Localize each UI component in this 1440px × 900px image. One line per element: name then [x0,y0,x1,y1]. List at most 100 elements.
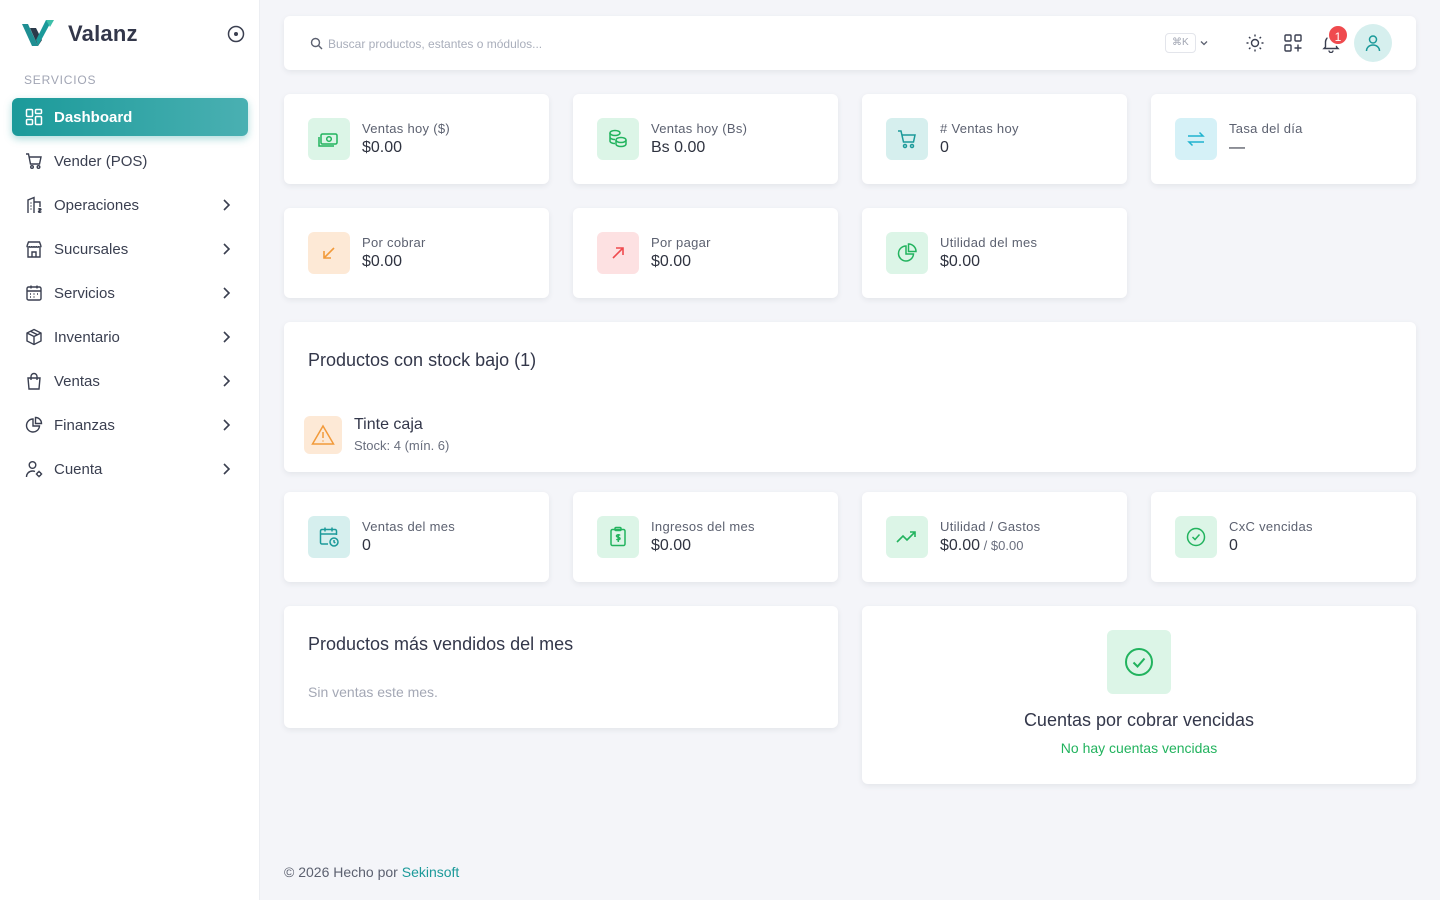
top-bar: ⌘K 1 [284,16,1416,70]
sidebar-item-sucursales[interactable]: Sucursales [12,230,248,268]
search-icon [310,37,323,50]
exchange-icon [1175,118,1217,160]
sidebar-item-finanzas[interactable]: Finanzas [12,406,248,444]
stat-value: Bs 0.00 [651,139,706,156]
check-circle-icon [1175,516,1217,558]
sidebar-item-label: Finanzas [54,416,115,434]
stat-label: Utilidad / Gastos [940,519,1041,534]
low-stock-item-name[interactable]: Tinte caja [354,416,423,434]
stat-card-ingresos-mes: Ingresos del mes $0.00 [573,492,838,582]
stat-label: # Ventas hoy [940,121,1019,136]
coins-icon [597,118,639,160]
sidebar-item-label: Servicios [54,284,115,302]
store-icon [24,239,44,259]
trending-up-icon [886,516,928,558]
stat-card-ventas-mes: Ventas del mes 0 [284,492,549,582]
avatar[interactable] [1354,24,1392,62]
value-separator: / [980,538,991,553]
stat-card-utilidad-mes: Utilidad del mes $0.00 [862,208,1127,298]
chevron-right-icon [223,419,231,431]
theme-toggle-button[interactable] [1244,32,1266,54]
sidebar-item-ventas[interactable]: Ventas [12,362,248,400]
footer-text: © 2026 Hecho por [284,864,398,880]
brand-name: Valanz [68,21,138,46]
brand[interactable]: Valanz [20,18,138,50]
sidebar-item-label: Ventas [54,372,100,390]
stat-card-por-pagar: Por pagar $0.00 [573,208,838,298]
chevron-down-icon[interactable] [1198,37,1210,49]
stat-value: — [1229,139,1245,156]
warning-icon [304,416,342,454]
stat-label: Ventas hoy (Bs) [651,121,748,136]
pie-chart-icon [886,232,928,274]
utilidad-value: $0.00 [940,537,981,554]
sidebar-item-servicios[interactable]: Servicios [12,274,248,312]
stat-value: 0 [362,537,371,554]
stat-label: CxC vencidas [1229,519,1313,534]
stat-value: $0.00 / $0.00 [940,537,1023,555]
chevron-right-icon [223,243,231,255]
gastos-value: $0.00 [990,538,1024,553]
apps-button[interactable] [1282,32,1304,54]
pie-chart-icon [24,415,44,435]
cart-icon [886,118,928,160]
calendar-clock-icon [308,516,350,558]
footer: © 2026 Hecho por Sekinsoft [284,864,459,880]
stat-card-ventas-bs: Ventas hoy (Bs) Bs 0.00 [573,94,838,184]
shortcut-badge: ⌘K [1165,33,1196,53]
sidebar-item-cuenta[interactable]: Cuenta [12,450,248,488]
sidebar: Valanz SERVICIOS Dashboard Vender (POS) … [0,0,260,900]
stat-value: $0.00 [651,537,692,554]
sidebar-item-label: Operaciones [54,196,140,214]
stat-value: $0.00 [362,253,403,270]
top-products-panel: Productos más vendidos del mes Sin venta… [284,606,838,728]
panel-title: Productos con stock bajo (1) [308,350,537,370]
stat-card-num-ventas: # Ventas hoy 0 [862,94,1127,184]
valanz-logo-icon [22,20,54,46]
sidebar-item-label: Sucursales [54,240,129,258]
arrow-up-right-icon [597,232,639,274]
stat-label: Ingresos del mes [651,519,755,534]
sidebar-toggle-button[interactable] [226,24,246,44]
stat-card-ventas-usd: Ventas hoy ($) $0.00 [284,94,549,184]
sidebar-item-label: Inventario [54,328,120,346]
apps-grid-icon [1284,34,1302,52]
box-icon [24,327,44,347]
receipt-icon [597,516,639,558]
building-icon [24,195,44,215]
stat-value: $0.00 [940,253,981,270]
circle-dot-icon [227,25,245,43]
low-stock-panel: Productos con stock bajo (1) Tinte caja … [284,322,1416,472]
arrow-down-left-icon [308,232,350,274]
stat-label: Utilidad del mes [940,235,1038,250]
empty-state-text: Sin ventas este mes. [308,684,438,700]
stat-label: Tasa del día [1229,121,1303,136]
sidebar-item-label: Dashboard [54,108,133,126]
check-circle-icon [1107,630,1171,694]
overdue-accounts-panel: Cuentas por cobrar vencidas No hay cuent… [862,606,1416,784]
low-stock-item-detail: Stock: 4 (mín. 6) [354,438,450,453]
panel-title: Productos más vendidos del mes [308,634,574,654]
sidebar-item-inventario[interactable]: Inventario [12,318,248,356]
status-text: No hay cuentas vencidas [1060,740,1218,756]
sidebar-item-operaciones[interactable]: Operaciones [12,186,248,224]
stat-card-cxc-vencidas: CxC vencidas 0 [1151,492,1416,582]
sidebar-item-label: Cuenta [54,460,103,478]
calendar-icon [24,283,44,303]
chevron-right-icon [223,375,231,387]
stat-label: Por pagar [651,235,711,250]
cart-icon [24,151,44,171]
chevron-right-icon [223,199,231,211]
footer-link[interactable]: Sekinsoft [402,864,460,880]
user-icon [1365,35,1381,52]
sidebar-item-label: Vender (POS) [54,152,148,170]
sidebar-item-vender[interactable]: Vender (POS) [12,142,248,180]
stat-label: Ventas del mes [362,519,456,534]
search-input[interactable] [328,34,828,54]
chevron-right-icon [223,463,231,475]
chevron-right-icon [223,331,231,343]
stat-card-por-cobrar: Por cobrar $0.00 [284,208,549,298]
sidebar-item-dashboard[interactable]: Dashboard [12,98,248,136]
stat-value: 0 [940,139,949,156]
stat-value: 0 [1229,537,1238,554]
